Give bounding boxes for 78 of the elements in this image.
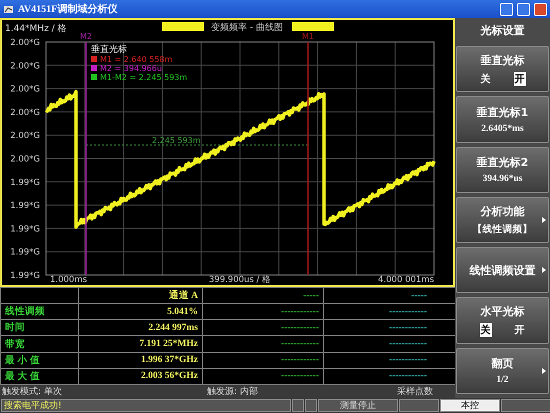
y-axis-label: 1.99*G <box>10 271 40 281</box>
x-end-label: 4.000 001ms <box>378 275 434 285</box>
y-axis-label: 1.99*G <box>10 248 40 258</box>
softkey-label: 线性调频设置 <box>470 262 536 278</box>
softkey[interactable]: 分析功能 【线性调频】 <box>456 196 549 244</box>
y-axis-label: 2.00*G <box>10 38 40 48</box>
status-field <box>399 399 439 412</box>
row-label: 线性调频 <box>0 304 78 320</box>
table-header: ----- <box>202 288 324 304</box>
y-axis-label: 2.00*G <box>10 61 40 72</box>
sample-count: 采样点数 <box>396 386 434 398</box>
table-cell: ------------ <box>202 352 324 368</box>
softkey[interactable]: 翻页 1/2 <box>456 348 549 394</box>
y-axis-label: 1.99*G <box>10 201 40 212</box>
measure-state: 测量停止 <box>318 399 398 412</box>
legend-entry: M1 = 2.640 558m <box>100 55 172 64</box>
row-label: 带宽 <box>0 336 78 352</box>
softkey-label: 垂直光标2 <box>476 155 528 170</box>
toggle-option: 开 <box>514 72 526 86</box>
control-mode: 本控 <box>440 399 500 412</box>
y-axis-label: 1.99*G <box>10 178 40 188</box>
x-scale-label: 399.900us / 格 <box>208 275 272 285</box>
legend-entry: M2 = 394.966u <box>100 64 162 73</box>
toggle-option: 关 <box>480 323 492 338</box>
app-icon <box>3 4 14 14</box>
softkey[interactable]: 水平光标 关 开 <box>456 297 549 344</box>
delta-label: 2.245 593m <box>152 136 201 145</box>
softkey[interactable]: 线性调频设置 <box>456 247 549 294</box>
table-cell: 7.191 25*MHz <box>78 336 202 352</box>
submenu-arrow-icon <box>542 368 546 374</box>
legend-entry: M1-M2 = 2.245 593m <box>100 73 188 82</box>
legend-title: 垂直光标 <box>91 45 127 55</box>
table-header: 通道 A <box>78 288 202 304</box>
chart-title: 变频频率 - 曲线图 <box>211 23 283 33</box>
softkey-label: 水平光标 <box>480 304 524 320</box>
maximize-button[interactable] <box>517 2 530 16</box>
y-axis-label: 2.00*G <box>10 154 40 164</box>
y-axis-label: 1.99*G <box>10 224 40 234</box>
toggle-option: 开 <box>514 323 526 338</box>
title-bar-block <box>162 22 204 31</box>
table-cell: 2.244 997ms <box>78 320 202 336</box>
x-start-label: 1.000ms <box>50 275 88 285</box>
softkey-value: 1/2 <box>496 375 509 386</box>
window-title: AV4151F调制域分析仪 <box>18 2 118 16</box>
table-cell: ------------ <box>202 336 324 352</box>
softkey-label: 翻页 <box>492 356 514 372</box>
table-cell: 1.996 37*GHz <box>78 352 202 368</box>
toggle-option: 关 <box>480 72 492 86</box>
row-label: 最 小 值 <box>0 352 78 368</box>
softkey-label: 垂直光标 <box>480 52 524 68</box>
submenu-arrow-icon <box>542 267 546 274</box>
trigger-mode: 触发模式: 单次 <box>1 386 63 398</box>
softkey-value: 394.96*us <box>482 174 522 184</box>
softkey-value: 【线性调频】 <box>472 222 532 236</box>
y-axis-label: 2.00*G <box>10 84 40 95</box>
softkey[interactable]: 垂直光标1 2.6405*ms <box>456 96 549 143</box>
y-axis-label: 2.00*G <box>10 131 40 142</box>
softkey-label: 分析功能 <box>480 204 524 219</box>
row-label: 时间 <box>0 320 78 336</box>
softkey[interactable]: 垂直光标2 394.96*us <box>456 146 549 193</box>
softkey-label: 垂直光标1 <box>476 104 528 120</box>
close-button[interactable] <box>534 2 547 16</box>
softkey-menu-title: 光标设置 <box>479 22 526 38</box>
submenu-arrow-icon <box>542 216 546 223</box>
title-bar-block <box>292 22 334 31</box>
table-cell: ------------ <box>202 320 324 336</box>
table-cell: 5.041% <box>78 304 202 320</box>
minimize-button[interactable] <box>500 2 513 16</box>
table-header: ----- <box>324 288 456 304</box>
status-field <box>305 399 317 412</box>
status-field <box>292 399 304 412</box>
trigger-source: 触发源: 内部 <box>206 386 259 398</box>
scale-label: 1.44*MHz / 格 <box>5 24 67 34</box>
status-message: 搜索电平成功! <box>1 399 291 412</box>
y-axis-label: 2.00*G <box>10 108 40 118</box>
softkey[interactable]: 垂直光标 关 开 <box>456 46 549 92</box>
table-cell: ------------ <box>202 304 324 320</box>
softkey-value: 2.6405*ms <box>481 124 524 134</box>
